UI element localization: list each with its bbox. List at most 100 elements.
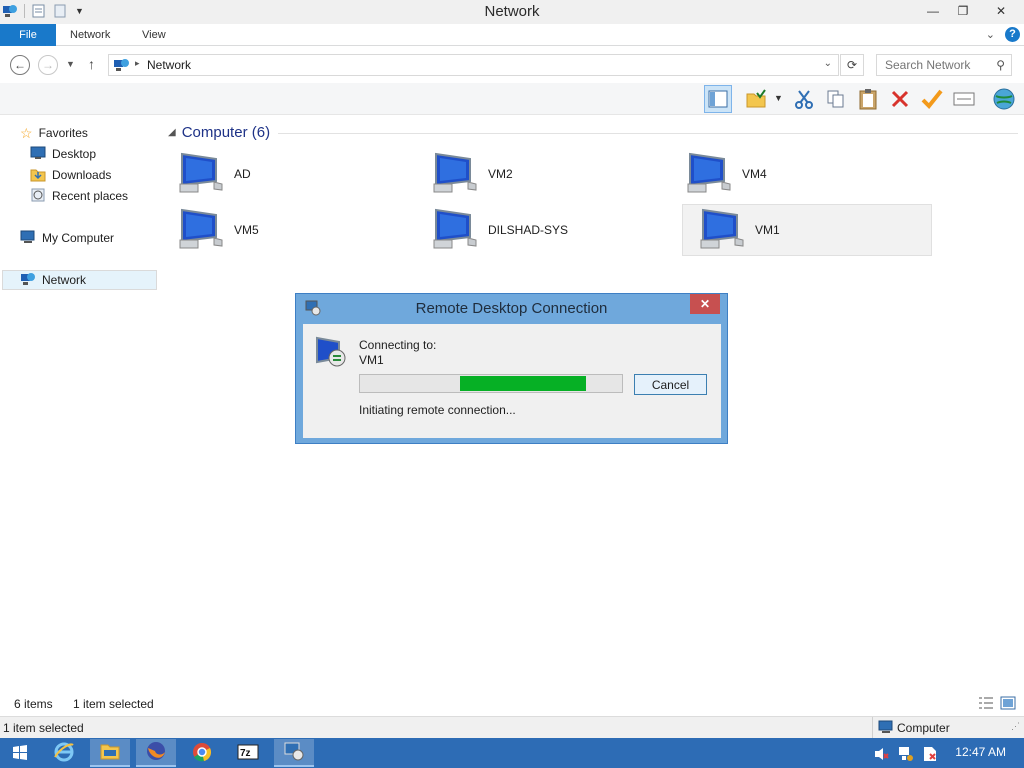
navigation-bar: ← → ▼ ↑ ▸ Network ⌄ ⟳ ⚲ xyxy=(0,47,1024,83)
computer-item[interactable]: VM5 xyxy=(162,204,412,256)
start-icon xyxy=(12,744,28,763)
computer-name: DILSHAD-SYS xyxy=(488,223,569,237)
dialog-body: Connecting to: VM1 Cancel Initiating rem… xyxy=(303,324,721,438)
copy-icon[interactable] xyxy=(822,85,850,113)
taskbar: 7z 12:47 AM xyxy=(0,738,1024,768)
nav-recent-places[interactable]: Recent places xyxy=(30,186,128,206)
computer-monitor-icon xyxy=(699,208,747,253)
ribbon: File Network View ⌄ ? xyxy=(0,24,1024,46)
nav-desktop-label: Desktop xyxy=(52,147,97,161)
selection-count: 1 item selected xyxy=(73,697,154,711)
resize-grip-icon[interactable]: ⋰ xyxy=(1011,721,1020,732)
taskbar-firefox[interactable] xyxy=(136,739,176,767)
forward-button[interactable]: → xyxy=(38,55,58,75)
internet-explorer-icon xyxy=(53,741,75,766)
expand-ribbon-icon[interactable]: ⌄ xyxy=(986,28,995,41)
nav-my-computer-label: My Computer xyxy=(42,231,115,245)
volume-muted-icon[interactable] xyxy=(874,746,890,765)
computer-item[interactable]: AD xyxy=(162,148,412,200)
nav-my-computer[interactable]: My Computer xyxy=(20,228,114,248)
taskbar-remote-desktop[interactable] xyxy=(274,739,314,767)
back-button[interactable]: ← xyxy=(10,55,30,75)
cancel-button[interactable]: Cancel xyxy=(634,374,707,395)
computer-item[interactable]: VM4 xyxy=(670,148,920,200)
computer-item[interactable]: VM2 xyxy=(416,148,666,200)
chrome-icon xyxy=(191,741,213,766)
computer-monitor-icon xyxy=(178,208,226,253)
address-bar[interactable]: ▸ Network ⌄ xyxy=(108,54,839,76)
downloads-icon xyxy=(30,166,46,185)
nav-downloads-label: Downloads xyxy=(52,168,112,182)
taskbar-file-explorer[interactable] xyxy=(90,739,130,767)
large-icons-view-icon[interactable] xyxy=(1000,696,1016,713)
computer-name: VM2 xyxy=(488,167,513,181)
rename-icon[interactable] xyxy=(950,85,978,113)
computer-icon xyxy=(20,230,36,247)
cut-icon[interactable] xyxy=(790,85,818,113)
progress-fill xyxy=(460,376,586,391)
recent-locations-icon[interactable]: ▼ xyxy=(66,59,75,69)
maximize-button[interactable]: ❐ xyxy=(948,0,978,22)
svg-text:7z: 7z xyxy=(240,748,251,759)
desktop-icon xyxy=(30,146,46,163)
nav-desktop[interactable]: Desktop xyxy=(30,144,96,164)
taskbar-clock[interactable]: 12:47 AM xyxy=(955,745,1006,759)
computer-item[interactable]: DILSHAD-SYS xyxy=(416,204,666,256)
command-toolbar: ▼ xyxy=(0,83,1024,115)
refresh-button[interactable]: ⟳ xyxy=(840,54,864,76)
firefox-icon xyxy=(145,740,167,765)
nav-network[interactable]: Network xyxy=(2,270,157,290)
paste-icon[interactable] xyxy=(854,85,882,113)
breadcrumb-separator-icon[interactable]: ▸ xyxy=(135,58,140,69)
connection-progress-bar xyxy=(359,374,623,393)
help-icon[interactable]: ? xyxy=(1005,27,1020,42)
taskbar-chrome[interactable] xyxy=(182,739,222,767)
star-icon: ☆ xyxy=(20,124,33,141)
network-icon xyxy=(20,271,36,290)
layout-pane-icon[interactable] xyxy=(704,85,732,113)
tab-view[interactable]: View xyxy=(142,24,166,46)
computer-monitor-icon xyxy=(432,208,480,253)
network-location-icon xyxy=(113,57,131,76)
nav-favorites-label: Favorites xyxy=(38,126,88,140)
minimize-button[interactable]: — xyxy=(918,0,948,22)
checkmark-icon[interactable] xyxy=(918,85,946,113)
computer-monitor-icon xyxy=(178,152,226,197)
folder-options-dropdown-icon[interactable]: ▼ xyxy=(774,93,783,103)
network-status-icon[interactable] xyxy=(898,746,914,765)
action-center-icon[interactable] xyxy=(922,746,938,765)
computer-name: VM1 xyxy=(755,223,780,237)
address-dropdown-icon[interactable]: ⌄ xyxy=(824,58,832,69)
remote-desktop-icon xyxy=(283,740,305,765)
globe-icon[interactable] xyxy=(990,85,1018,113)
group-header-label: Computer (6) xyxy=(181,124,271,141)
collapse-chevron-icon[interactable]: ◢ xyxy=(168,127,176,138)
tab-network[interactable]: Network xyxy=(70,24,110,46)
computer-item-selected[interactable]: VM1 xyxy=(682,204,932,256)
status-bar: 6 items 1 item selected xyxy=(0,692,1024,716)
nav-downloads[interactable]: Downloads xyxy=(30,165,111,185)
search-input[interactable] xyxy=(877,55,985,75)
breadcrumb[interactable]: Network xyxy=(147,58,191,72)
search-box[interactable]: ⚲ xyxy=(876,54,1012,76)
search-icon[interactable]: ⚲ xyxy=(996,58,1005,72)
start-button[interactable] xyxy=(0,739,40,767)
dialog-close-button[interactable]: ✕ xyxy=(690,294,720,314)
folder-properties-icon[interactable] xyxy=(742,85,770,113)
window-title: Network xyxy=(484,3,540,20)
close-button[interactable]: ✕ xyxy=(978,0,1024,22)
remote-desktop-dialog: Remote Desktop Connection ✕ Connecting t… xyxy=(295,293,728,444)
taskbar-7zip[interactable]: 7z xyxy=(228,739,268,767)
recent-places-icon xyxy=(30,187,46,206)
connection-status: Initiating remote connection... xyxy=(359,403,516,417)
connection-target: VM1 xyxy=(359,353,384,367)
up-button[interactable]: ↑ xyxy=(88,56,95,72)
taskbar-internet-explorer[interactable] xyxy=(44,739,84,767)
details-view-icon[interactable] xyxy=(978,696,994,713)
nav-network-label: Network xyxy=(42,273,87,287)
delete-icon[interactable] xyxy=(886,85,914,113)
group-header[interactable]: ◢ Computer (6) xyxy=(168,124,270,141)
nav-favorites[interactable]: ☆ Favorites xyxy=(20,123,88,143)
tab-file[interactable]: File xyxy=(0,24,56,46)
7zip-icon: 7z xyxy=(237,744,259,763)
